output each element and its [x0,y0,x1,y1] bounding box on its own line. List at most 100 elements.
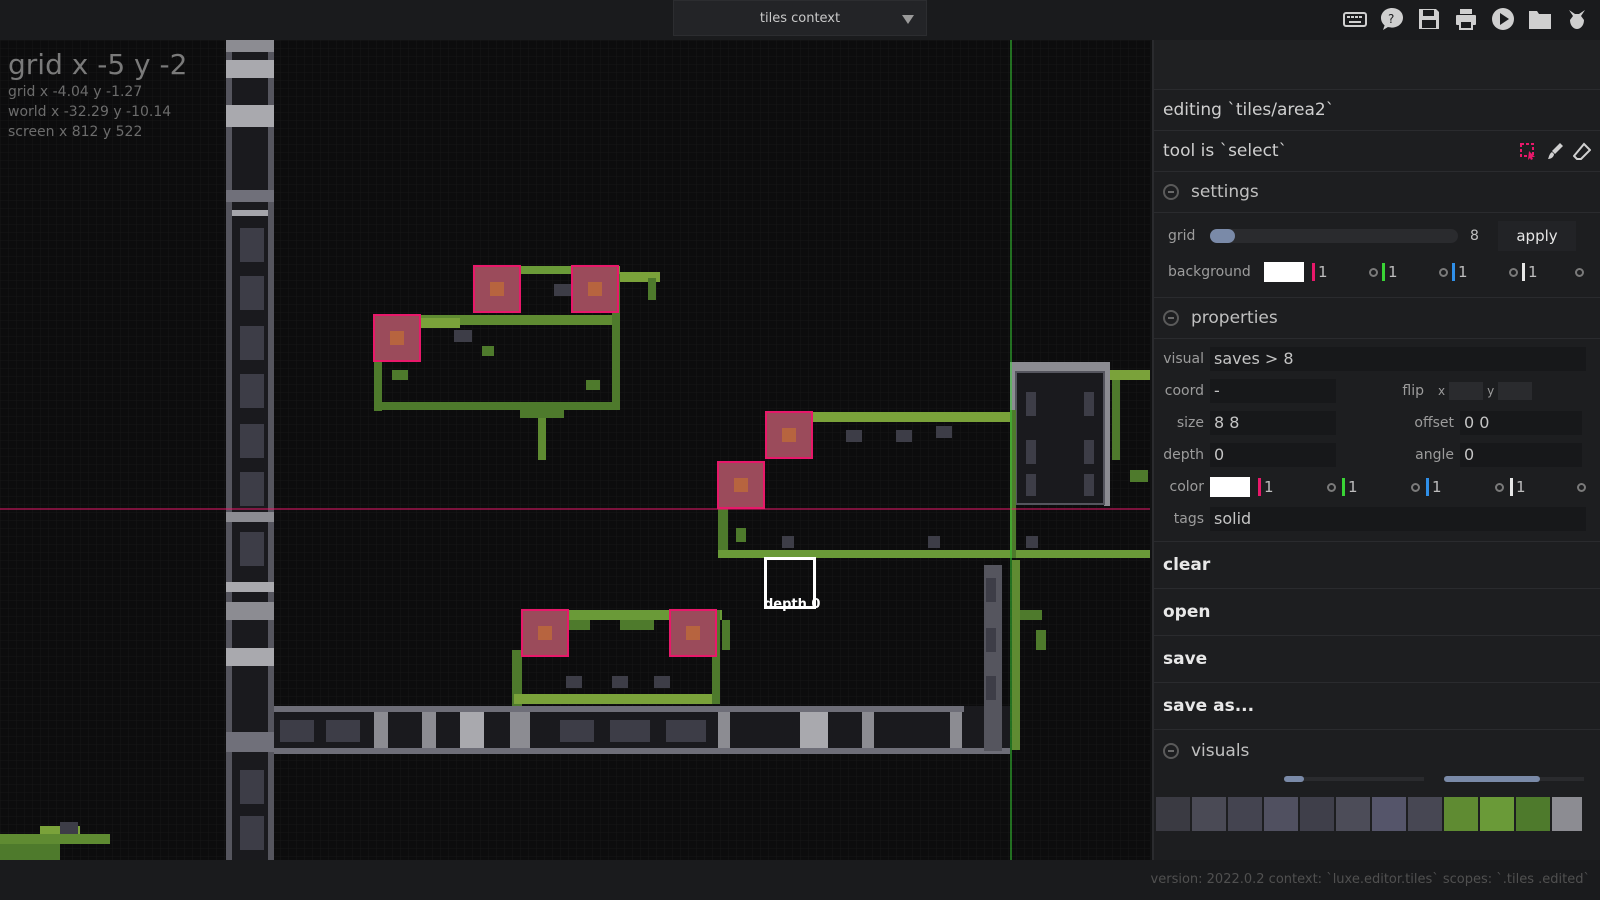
tile-thumb[interactable] [1192,797,1226,831]
visuals-sliders [1154,771,1600,797]
cursor-depth-label: depth 0 [764,597,821,612]
play-icon[interactable] [1490,6,1516,32]
collapse-icon[interactable] [1163,310,1179,326]
visual-label: visual [1163,351,1204,367]
visuals-title: visuals [1191,740,1250,761]
apply-button[interactable]: apply [1498,221,1576,251]
color-red-channel[interactable]: 1 [1258,477,1336,497]
context-dropdown[interactable]: tiles context [673,0,927,36]
context-label: tiles context [759,11,841,26]
visuals-scroll-left[interactable] [1284,776,1424,782]
color-alpha-value: 1 [1516,478,1526,496]
visuals-scroll-right[interactable] [1444,776,1584,782]
visuals-tile-strip[interactable] [1154,797,1600,831]
tile-thumb[interactable] [1300,797,1334,831]
color-label: color [1169,479,1204,495]
brush-tool-icon[interactable] [1546,142,1564,160]
help-icon[interactable]: ? [1379,6,1405,32]
settings-title: settings [1191,182,1259,202]
collapse-icon[interactable] [1163,742,1179,759]
save-button[interactable]: save [1154,636,1600,683]
printer-icon[interactable] [1453,6,1479,32]
save-as-button[interactable]: save as... [1154,683,1600,730]
bg-alpha-value: 1 [1528,263,1538,281]
offset-field[interactable]: 0 0 [1460,411,1582,435]
depth-field[interactable]: 0 [1210,443,1336,467]
depth-label: depth [1163,447,1204,463]
background-label: background [1168,264,1251,280]
tile-thumb[interactable] [1516,797,1550,831]
properties-title: properties [1191,308,1278,328]
tile-thumb[interactable] [1372,797,1406,831]
coord-label: coord [1164,383,1204,399]
tile-thumb[interactable] [1552,797,1582,831]
tile-thumb[interactable] [1228,797,1262,831]
offset-label: offset [1414,415,1454,431]
clear-button[interactable]: clear [1154,542,1600,589]
tool-label: tool is `select` [1163,141,1288,161]
bg-alpha-channel[interactable]: 1 [1522,262,1584,282]
toolbar: ? [1342,6,1590,34]
size-field[interactable]: 8 8 [1210,411,1336,435]
color-green-value: 1 [1348,478,1358,496]
color-blue-channel[interactable]: 1 [1426,477,1504,497]
color-swatch[interactable] [1210,477,1250,497]
settings-section-header[interactable]: settings [1154,172,1600,213]
panel-header [1154,40,1600,90]
grid-value: 8 [1470,228,1479,244]
flip-y-checkbox[interactable] [1498,382,1533,400]
top-bar: tiles context ? [0,0,1600,40]
select-tool-icon[interactable] [1519,142,1537,160]
tile-thumb[interactable] [1156,797,1190,831]
grid-slider[interactable] [1210,229,1458,243]
grid-label: grid [1168,228,1196,244]
tags-label: tags [1173,511,1204,527]
color-green-channel[interactable]: 1 [1342,477,1420,497]
tags-field[interactable]: solid [1210,507,1586,531]
open-button[interactable]: open [1154,589,1600,636]
color-blue-value: 1 [1432,478,1442,496]
tile-canvas[interactable] [0,40,1150,860]
editing-label: editing `tiles/area2` [1163,100,1335,120]
svg-text:?: ? [1388,12,1394,26]
bg-red-value: 1 [1318,263,1328,281]
visuals-section-header[interactable]: visuals [1154,730,1600,771]
visual-field[interactable]: saves > 8 [1210,347,1586,371]
properties-section-header[interactable]: properties [1154,298,1600,339]
tile-thumb[interactable] [1444,797,1478,831]
collapse-icon[interactable] [1163,184,1179,200]
status-bar: version: 2022.0.2 context: `luxe.editor.… [0,860,1600,900]
stone-pillar [226,40,274,860]
color-alpha-channel[interactable]: 1 [1510,477,1586,497]
tile-thumb[interactable] [1336,797,1370,831]
chevron-down-icon [902,15,914,24]
bg-blue-channel[interactable]: 1 [1452,262,1518,282]
bg-blue-value: 1 [1458,263,1468,281]
size-label: size [1176,415,1204,431]
tile-thumb[interactable] [1480,797,1514,831]
grid-slider-thumb[interactable] [1210,229,1235,243]
background-color-swatch[interactable] [1264,262,1304,282]
inspector-panel: editing `tiles/area2` tool is `select` s… [1152,40,1600,860]
angle-label: angle [1415,447,1454,463]
editing-row: editing `tiles/area2` [1154,90,1600,131]
luxe-logo-icon[interactable] [1564,6,1590,32]
angle-field[interactable]: 0 [1460,443,1582,467]
keyboard-icon[interactable] [1342,6,1368,32]
folder-icon[interactable] [1527,6,1553,32]
tile-thumb[interactable] [1408,797,1442,831]
level-viewport[interactable]: grid x -5 y -2 grid x -4.04 y -1.27 worl… [0,40,1150,860]
tile-thumb[interactable] [1264,797,1298,831]
coord-field[interactable]: - [1210,379,1336,403]
bg-green-channel[interactable]: 1 [1382,262,1448,282]
bg-red-channel[interactable]: 1 [1312,262,1378,282]
flip-x-label: x [1438,384,1446,398]
apply-label: apply [1516,227,1558,245]
settings-body: grid 8 apply background 1 1 1 1 [1154,213,1600,298]
save-disk-icon[interactable] [1416,6,1442,32]
eraser-tool-icon[interactable] [1572,142,1592,160]
flip-x-checkbox[interactable] [1449,382,1484,400]
stone-doorway [1010,362,1110,506]
properties-body: visual saves > 8 coord - flip x y size 8… [1154,339,1600,541]
bg-green-value: 1 [1388,263,1398,281]
